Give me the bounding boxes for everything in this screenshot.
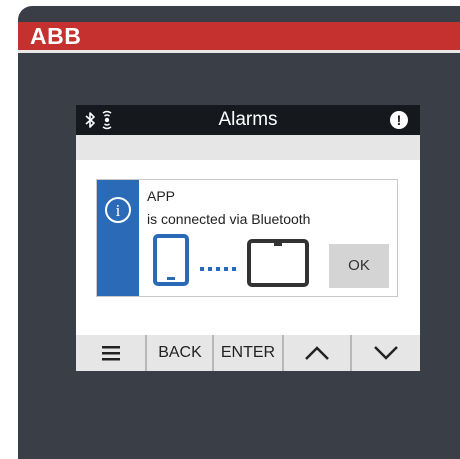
dialog-message: is connected via Bluetooth — [147, 211, 311, 227]
svg-text:i: i — [116, 201, 121, 220]
chevron-down-icon — [374, 346, 398, 360]
softkey-bar: BACK ENTER — [76, 335, 420, 371]
menu-button[interactable] — [76, 335, 146, 371]
dialog-info-band: i — [97, 180, 139, 296]
device-bezel: ABB Alarms ! i APP is connected via Blue… — [18, 6, 460, 459]
dialog-title: APP — [147, 188, 176, 204]
list-strip — [76, 135, 420, 160]
up-button[interactable] — [284, 335, 350, 371]
alarm-dialog: i APP is connected via Bluetooth OK — [96, 179, 398, 297]
enter-button[interactable]: ENTER — [214, 335, 282, 371]
alert-icon: ! — [390, 111, 408, 129]
down-button[interactable] — [352, 335, 420, 371]
connection-dots-icon — [199, 259, 239, 277]
display-screen: Alarms ! i APP is connected via Bluetoot… — [76, 105, 420, 371]
page-title: Alarms — [218, 109, 278, 130]
title-bar: Alarms ! — [76, 105, 420, 135]
device-display-icon — [247, 239, 309, 292]
back-button[interactable]: BACK — [147, 335, 213, 371]
info-icon: i — [104, 196, 132, 229]
phone-icon — [153, 234, 189, 291]
menu-icon — [102, 346, 120, 361]
abb-logo: ABB — [30, 23, 82, 49]
chevron-up-icon — [305, 346, 329, 360]
brand-bar: ABB — [18, 22, 460, 53]
ok-button[interactable]: OK — [329, 244, 389, 288]
